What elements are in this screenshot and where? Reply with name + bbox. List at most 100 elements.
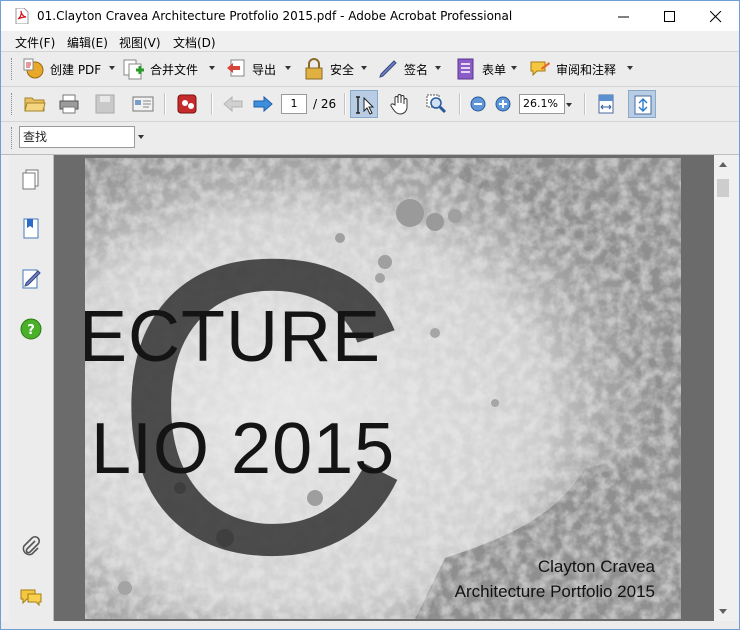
select-tool-button[interactable] <box>350 90 378 118</box>
minimize-button[interactable] <box>601 1 647 31</box>
pen-icon <box>379 60 397 78</box>
bookmarks-icon[interactable] <box>19 217 43 241</box>
forms-label: 表单 <box>482 63 507 77</box>
window-title: 01.Clayton Cravea Architecture Protfolio… <box>37 9 513 23</box>
zoom-out-icon <box>470 96 486 112</box>
find-dropdown-icon[interactable] <box>138 135 144 139</box>
save-button[interactable] <box>91 90 119 118</box>
combine-files-button[interactable]: 合并文件 <box>123 55 215 83</box>
toolbar-grip[interactable] <box>11 127 15 149</box>
fit-page-icon <box>634 95 652 115</box>
zoom-tool-button[interactable] <box>422 90 450 118</box>
minimize-icon <box>618 16 629 18</box>
chevron-down-icon <box>285 66 291 70</box>
menu-document[interactable]: 文档(D) <box>173 34 216 51</box>
create-pdf-button[interactable]: 创建 PDF <box>23 55 115 83</box>
toolbar-separator <box>459 93 461 115</box>
zoom-in-icon <box>495 96 511 112</box>
pdf-file-icon <box>15 8 29 24</box>
cover-title-line2: LIO 2015 <box>91 409 396 489</box>
export-label: 导出 <box>252 63 277 77</box>
review-comment-icon <box>530 61 550 77</box>
printer-icon <box>59 94 79 114</box>
menu-file[interactable]: 文件(F) <box>15 34 55 51</box>
collaborate-icon <box>177 94 197 114</box>
maximize-button[interactable] <box>647 1 693 31</box>
forms-button[interactable]: 表单 <box>455 55 521 83</box>
hand-tool-button[interactable] <box>386 90 414 118</box>
security-label: 安全 <box>330 63 355 77</box>
chevron-down-icon <box>361 66 367 70</box>
fit-width-icon <box>598 94 614 114</box>
folder-open-icon <box>24 97 46 112</box>
menu-view[interactable]: 视图(V) <box>119 34 161 51</box>
vertical-scrollbar[interactable] <box>715 155 732 621</box>
combine-files-icon <box>123 59 144 80</box>
toolbar-separator <box>584 93 586 115</box>
scrollbar-thumb[interactable] <box>717 179 729 197</box>
tasks-toolbar: 创建 PDF 合并文件 导出 安全 签名 表单 审阅和注释 <box>1 51 739 86</box>
previous-page-button[interactable] <box>219 90 247 118</box>
chevron-down-icon <box>511 66 517 70</box>
text-cursor-icon <box>356 96 375 115</box>
scroll-down-icon[interactable] <box>719 609 727 614</box>
navigation-pane: ? <box>9 155 54 621</box>
maximize-icon <box>664 11 675 22</box>
toolbar-separator <box>211 93 213 115</box>
next-page-button[interactable] <box>249 90 277 118</box>
save-disk-icon <box>95 94 115 114</box>
page-number-input[interactable]: 1 <box>281 94 307 114</box>
zoom-in-button[interactable] <box>489 90 517 118</box>
attachments-icon[interactable] <box>19 535 43 559</box>
fit-width-button[interactable] <box>592 90 620 118</box>
form-icon <box>457 58 474 80</box>
menu-edit[interactable]: 编辑(E) <box>67 34 108 51</box>
sign-button[interactable]: 签名 <box>377 55 443 83</box>
collaborate-button[interactable] <box>173 90 201 118</box>
combine-files-label: 合并文件 <box>150 63 199 77</box>
toolbar-separator <box>344 93 346 115</box>
chevron-down-icon <box>435 66 441 70</box>
zoom-out-button[interactable] <box>464 90 492 118</box>
sign-label: 签名 <box>404 63 429 77</box>
find-input[interactable]: 查找 <box>19 126 135 148</box>
toolbar-grip[interactable] <box>11 93 15 115</box>
comments-icon[interactable] <box>19 585 43 609</box>
pdf-page[interactable]: C ECTURE LIO 2015 Clayton Cravea Archite… <box>85 158 681 619</box>
signatures-icon[interactable] <box>19 267 43 291</box>
arrow-left-icon <box>223 95 243 113</box>
zoom-dropdown-icon[interactable] <box>566 103 572 107</box>
cover-title-line1: ECTURE <box>85 297 382 377</box>
page-total: / 26 <box>313 97 337 111</box>
zoom-level-input[interactable]: 26.1% <box>519 94 565 114</box>
export-icon <box>227 59 245 77</box>
cover-author: Clayton Cravea <box>537 557 655 576</box>
menu-bar: 文件(F) 编辑(E) 视图(V) 文档(D) <box>1 31 739 51</box>
toolbar-separator <box>164 93 166 115</box>
bottom-edge <box>1 621 739 629</box>
print-button[interactable] <box>55 90 83 118</box>
chevron-down-icon <box>209 66 215 70</box>
lock-icon <box>305 58 323 80</box>
toolbar-grip[interactable] <box>11 58 15 80</box>
create-pdf-icon <box>23 58 44 79</box>
close-button[interactable] <box>693 1 739 31</box>
chevron-down-icon <box>627 66 633 70</box>
pages-icon[interactable] <box>19 167 43 191</box>
close-icon <box>710 11 722 23</box>
review-comment-label: 审阅和注释 <box>556 63 617 77</box>
magnifier-icon <box>426 94 447 114</box>
chevron-down-icon <box>109 66 115 70</box>
open-button[interactable] <box>21 90 49 118</box>
acrobat-window: 01.Clayton Cravea Architecture Protfolio… <box>0 0 740 630</box>
export-button[interactable]: 导出 <box>225 55 291 83</box>
fit-page-button[interactable] <box>628 90 656 118</box>
security-button[interactable]: 安全 <box>303 55 369 83</box>
review-comment-button[interactable]: 审阅和注释 <box>529 55 635 83</box>
find-toolbar: 查找 <box>1 121 739 155</box>
help-icon[interactable]: ? <box>19 317 43 341</box>
navigation-toolbar: 1 / 26 26.1% <box>1 86 739 121</box>
arrow-right-icon <box>253 95 273 113</box>
scroll-up-icon[interactable] <box>719 162 727 167</box>
email-button[interactable] <box>129 90 157 118</box>
